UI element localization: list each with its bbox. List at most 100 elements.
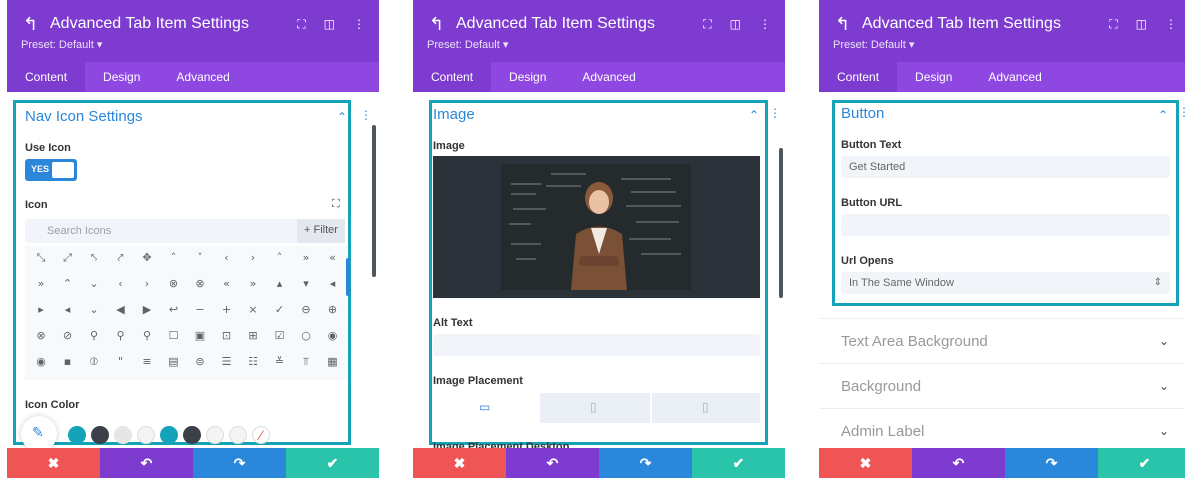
icon-option[interactable]: ⤤	[109, 248, 133, 268]
panel-scrollbar[interactable]	[372, 125, 376, 277]
icon-option[interactable]: ‹	[215, 248, 239, 268]
image-upload-area[interactable]	[433, 156, 760, 298]
section-title[interactable]: Nav Icon Settings	[25, 108, 143, 125]
section-background[interactable]: Background ⌄	[819, 363, 1185, 408]
undo-button[interactable]: ↶	[506, 448, 599, 478]
color-swatch-light[interactable]	[114, 426, 132, 444]
icon-option[interactable]: ‹	[109, 274, 133, 294]
color-swatch-white-3[interactable]	[229, 426, 247, 444]
use-icon-toggle[interactable]: YES	[25, 159, 77, 181]
icon-option[interactable]: ▸	[29, 300, 53, 320]
icon-option[interactable]: ✓	[268, 300, 292, 320]
tab-content[interactable]: Content	[819, 62, 898, 92]
icon-option[interactable]: ◂	[56, 300, 80, 320]
icon-option[interactable]: ▦	[321, 352, 345, 372]
section-menu-icon[interactable]: ⋮	[360, 108, 372, 122]
icon-option[interactable]: −	[188, 300, 212, 320]
icon-option[interactable]: ✥	[135, 248, 159, 268]
icon-option[interactable]: ▣	[188, 326, 212, 346]
icon-option[interactable]: ☑	[268, 326, 292, 346]
icon-option[interactable]: ⊖	[294, 300, 318, 320]
icon-option[interactable]: ⚲	[135, 326, 159, 346]
filter-button[interactable]: + Filter	[297, 219, 345, 243]
section-menu-icon[interactable]: ⋮	[769, 106, 781, 120]
icon-option[interactable]: ≡	[135, 352, 159, 372]
icon-option[interactable]: ⊘	[56, 326, 80, 346]
icon-option[interactable]: ›	[135, 274, 159, 294]
split-view-icon[interactable]: ◫	[1136, 16, 1147, 32]
icon-grid-scrollbar[interactable]	[346, 258, 350, 296]
icon-option[interactable]: ⚲	[109, 326, 133, 346]
more-options-icon[interactable]: ⋮	[759, 16, 771, 32]
panel-scrollbar[interactable]	[779, 148, 783, 298]
split-view-icon[interactable]: ◫	[730, 16, 741, 32]
icon-option[interactable]: »	[29, 274, 53, 294]
icon-option[interactable]: ⊗	[162, 274, 186, 294]
placement-phone-button[interactable]: ▯	[652, 393, 760, 423]
color-swatch-white[interactable]	[137, 426, 155, 444]
icon-option[interactable]: ⊗	[188, 274, 212, 294]
discard-button[interactable]: ✖	[413, 448, 506, 478]
color-swatch-teal-2[interactable]	[160, 426, 178, 444]
tab-content[interactable]: Content	[413, 62, 492, 92]
icon-option[interactable]: ▤	[162, 352, 186, 372]
redo-button[interactable]: ↷	[599, 448, 692, 478]
expand-icon[interactable]: ⛶	[297, 16, 305, 32]
icon-option[interactable]: ▾	[294, 274, 318, 294]
icon-option[interactable]: ◀	[109, 300, 133, 320]
tab-design[interactable]: Design	[897, 62, 970, 92]
section-title[interactable]: Button	[841, 105, 884, 122]
more-options-icon[interactable]: ⋮	[1165, 16, 1177, 32]
redo-button[interactable]: ↷	[1005, 448, 1098, 478]
icon-option[interactable]: ˄	[162, 248, 186, 268]
expand-icon[interactable]: ⛶	[1109, 16, 1117, 32]
button-url-input[interactable]	[841, 214, 1170, 236]
icon-option[interactable]: ◂	[321, 274, 345, 294]
split-view-icon[interactable]: ◫	[324, 16, 335, 32]
icon-option[interactable]: ⫪	[294, 352, 318, 372]
section-title[interactable]: Image	[433, 106, 475, 123]
icon-option[interactable]: ▶	[135, 300, 159, 320]
more-options-icon[interactable]: ⋮	[353, 16, 365, 32]
undo-button[interactable]: ↶	[100, 448, 193, 478]
chevron-up-icon[interactable]: ⌃	[1158, 108, 1168, 122]
icon-option[interactable]: ⊞	[241, 326, 265, 346]
responsive-icon[interactable]: ⛶	[332, 198, 340, 211]
chevron-up-icon[interactable]: ⌃	[749, 108, 759, 122]
preset-dropdown[interactable]: Preset: Default ▾	[833, 38, 914, 51]
icon-option[interactable]: ›	[241, 248, 265, 268]
icon-option[interactable]: ⦶	[82, 352, 106, 372]
preset-dropdown[interactable]: Preset: Default ▾	[427, 38, 508, 51]
color-swatch-dark[interactable]	[91, 426, 109, 444]
save-button[interactable]: ✔	[1098, 448, 1185, 478]
back-arrow-icon[interactable]: ↰	[429, 14, 444, 34]
icon-option[interactable]: «	[215, 274, 239, 294]
icon-option[interactable]: ˄	[268, 248, 292, 268]
button-text-input[interactable]: Get Started	[841, 156, 1170, 178]
icon-option[interactable]: ⌄	[82, 300, 106, 320]
placement-desktop-button[interactable]: ▭	[433, 393, 538, 423]
color-picker-button[interactable]: ✎	[21, 416, 57, 452]
tab-advanced[interactable]: Advanced	[970, 62, 1059, 92]
icon-option[interactable]: ⌄	[82, 274, 106, 294]
discard-button[interactable]: ✖	[819, 448, 912, 478]
icon-option[interactable]: ⤣	[82, 248, 106, 268]
no-color-swatch[interactable]: ⁄	[252, 426, 270, 444]
icon-option[interactable]: ⌃	[56, 274, 80, 294]
icon-option[interactable]: ◉	[321, 326, 345, 346]
icon-option[interactable]: ⤢	[56, 248, 80, 268]
section-text-area-background[interactable]: Text Area Background ⌄	[819, 318, 1185, 363]
tab-advanced[interactable]: Advanced	[158, 62, 247, 92]
section-menu-icon[interactable]: ⋮	[1178, 105, 1185, 119]
save-button[interactable]: ✔	[692, 448, 785, 478]
icon-option[interactable]: ☰	[215, 352, 239, 372]
icon-option[interactable]: »	[294, 248, 318, 268]
redo-button[interactable]: ↷	[193, 448, 286, 478]
icon-option[interactable]: ⚲	[82, 326, 106, 346]
icon-option[interactable]: "	[109, 352, 133, 372]
tab-advanced[interactable]: Advanced	[564, 62, 653, 92]
icon-option[interactable]: +	[215, 300, 239, 320]
icon-option[interactable]: ˅	[188, 248, 212, 268]
icon-option[interactable]: ☐	[162, 326, 186, 346]
icon-option[interactable]: ≚	[268, 352, 292, 372]
